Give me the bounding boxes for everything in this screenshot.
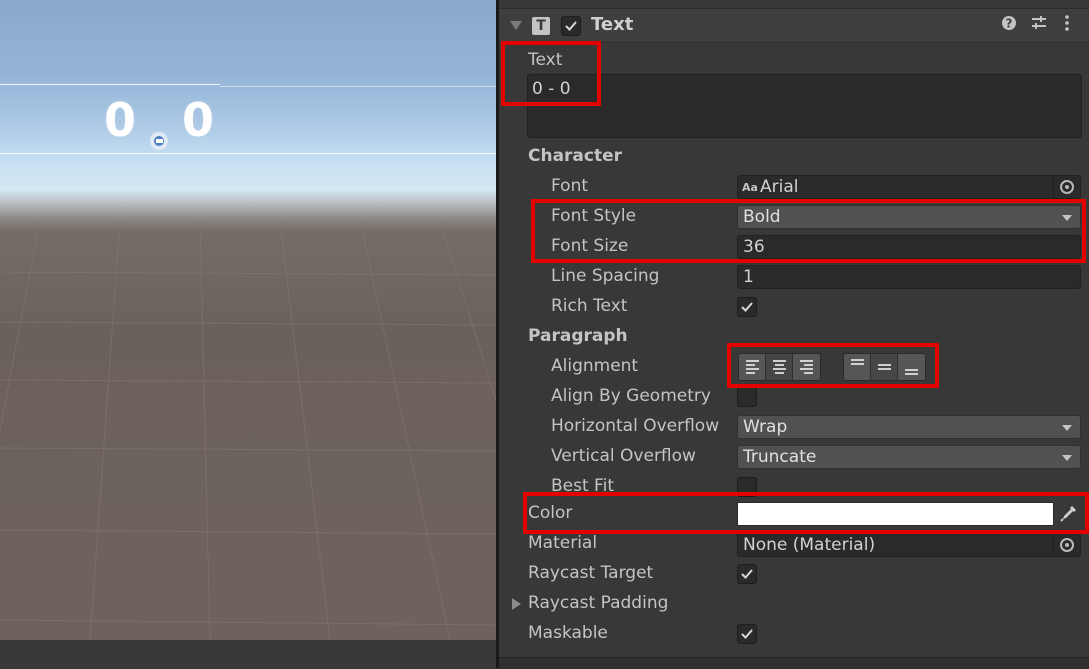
canvas-border-top <box>0 84 220 85</box>
font-style-value: Bold <box>743 207 781 227</box>
raycast-padding-label[interactable]: Raycast Padding <box>528 593 668 613</box>
raycast-target-checkbox[interactable] <box>737 564 757 584</box>
preset-sliders-icon[interactable] <box>1029 15 1049 35</box>
object-picker-icon[interactable] <box>1053 534 1080 556</box>
align-by-geometry-checkbox[interactable] <box>737 387 757 407</box>
text-content-field[interactable]: 0 - 0 <box>527 74 1082 138</box>
component-header[interactable]: T Text ? <box>499 8 1089 43</box>
font-style-dropdown[interactable]: Bold <box>737 205 1081 229</box>
horizontal-overflow-label: Horizontal Overflow <box>551 416 720 436</box>
horizontal-overflow-value: Wrap <box>743 417 788 437</box>
font-size-value: 36 <box>743 237 765 257</box>
font-style-label: Font Style <box>551 206 637 226</box>
text-content-value: 0 - 0 <box>532 79 571 99</box>
align-left-icon[interactable] <box>739 354 766 380</box>
font-size-label: Font Size <box>551 236 629 256</box>
horizontal-overflow-dropdown[interactable]: Wrap <box>737 415 1081 439</box>
svg-text:?: ? <box>1006 17 1013 31</box>
fold-arrow-icon[interactable] <box>510 21 522 30</box>
score-left: 0 <box>104 93 137 147</box>
component-title: Text <box>591 14 634 35</box>
score-separator-icon <box>148 109 170 150</box>
ground-grid <box>0 220 496 640</box>
check-icon <box>741 629 753 639</box>
line-spacing-label: Line Spacing <box>551 266 660 286</box>
material-value: None (Material) <box>743 535 876 555</box>
line-spacing-value: 1 <box>743 267 754 287</box>
inspector-bottom-strip <box>499 657 1089 669</box>
align-middle-icon[interactable] <box>871 354 898 380</box>
color-swatch-field[interactable] <box>737 502 1054 526</box>
help-icon[interactable]: ? <box>999 15 1019 35</box>
check-icon <box>741 302 753 312</box>
rich-text-checkbox[interactable] <box>737 297 757 317</box>
best-fit-checkbox[interactable] <box>737 477 757 497</box>
vertical-overflow-dropdown[interactable]: Truncate <box>737 445 1081 469</box>
check-icon <box>741 569 753 579</box>
align-right-icon[interactable] <box>793 354 820 380</box>
maskable-label: Maskable <box>528 623 608 643</box>
align-upper-icon[interactable] <box>844 354 871 380</box>
kebab-menu-icon[interactable] <box>1057 15 1077 35</box>
horizontal-alignment-group <box>738 353 821 381</box>
vertical-overflow-value: Truncate <box>743 447 817 467</box>
chevron-down-icon <box>1062 215 1072 221</box>
text-label: Text <box>528 50 563 70</box>
align-center-icon[interactable] <box>766 354 793 380</box>
score-right: 0 <box>182 93 215 147</box>
font-value: Arial <box>760 177 799 197</box>
chevron-down-icon <box>1062 455 1072 461</box>
font-asset-icon: Aa <box>742 181 758 194</box>
character-heading: Character <box>528 146 623 166</box>
line-spacing-field[interactable]: 1 <box>737 265 1081 289</box>
text-component-icon: T <box>532 17 550 35</box>
paragraph-heading: Paragraph <box>528 326 628 346</box>
font-object-field[interactable]: Aa Arial <box>737 175 1081 199</box>
inspector-panel: T Text ? Text 0 - 0 Character Font Aa Ar… <box>499 0 1089 669</box>
align-lower-icon[interactable] <box>898 354 925 380</box>
color-label: Color <box>528 503 573 523</box>
foldout-arrow-icon[interactable] <box>512 598 521 610</box>
scene-view[interactable]: 0 0 <box>0 0 496 640</box>
component-enable-checkbox[interactable] <box>561 16 581 36</box>
vertical-overflow-label: Vertical Overflow <box>551 446 696 466</box>
eyedropper-icon[interactable] <box>1056 502 1082 526</box>
chevron-down-icon <box>1062 425 1072 431</box>
object-picker-icon[interactable] <box>1053 176 1080 198</box>
rich-text-label: Rich Text <box>551 296 628 316</box>
check-icon <box>565 21 577 31</box>
font-label: Font <box>551 176 589 196</box>
align-by-geometry-label: Align By Geometry <box>551 386 711 406</box>
canvas-border-top-right <box>220 86 496 87</box>
best-fit-label: Best Fit <box>551 476 614 496</box>
canvas-border-bottom <box>0 153 496 154</box>
raycast-target-label: Raycast Target <box>528 563 654 583</box>
font-size-field[interactable]: 36 <box>737 235 1081 259</box>
material-object-field[interactable]: None (Material) <box>737 533 1081 557</box>
alignment-label: Alignment <box>551 356 639 376</box>
material-label: Material <box>528 533 598 553</box>
score-text: 0 0 <box>104 90 214 150</box>
maskable-checkbox[interactable] <box>737 624 757 644</box>
vertical-alignment-group <box>843 353 926 381</box>
